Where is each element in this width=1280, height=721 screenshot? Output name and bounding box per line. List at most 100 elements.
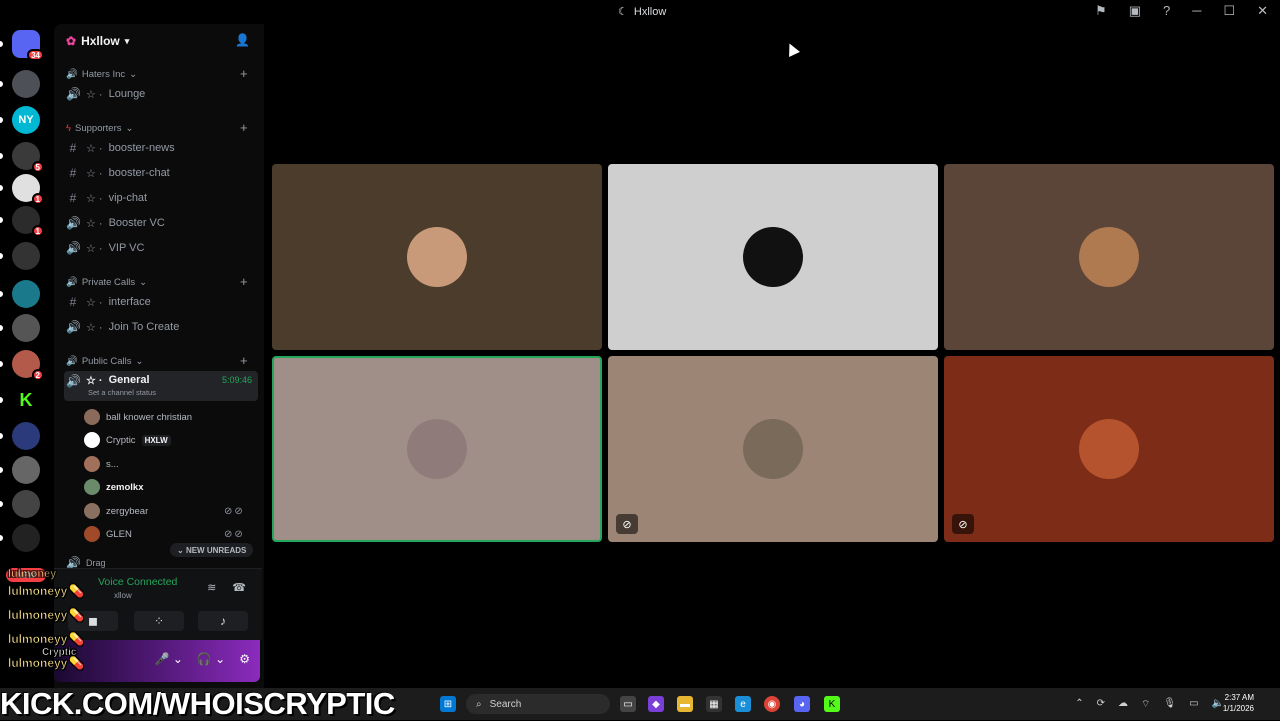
settings-icon[interactable]: ⚙ bbox=[239, 652, 250, 666]
invite-icon[interactable]: 👤 bbox=[235, 33, 250, 47]
participant-tile[interactable] bbox=[608, 164, 938, 350]
guild-icon: ✿ bbox=[66, 34, 77, 48]
server-icon[interactable]: NY bbox=[12, 106, 40, 134]
participant-tile[interactable] bbox=[944, 164, 1274, 350]
avatar bbox=[84, 526, 100, 542]
voice-user[interactable]: zergybear ⊘⊘ bbox=[84, 502, 243, 520]
display-icon[interactable]: ▭ bbox=[1189, 698, 1198, 711]
server-icon[interactable] bbox=[12, 456, 40, 484]
category-private-calls[interactable]: 🔊 Private Calls ⌄ + bbox=[66, 274, 248, 289]
channel-interface[interactable]: # ☆ · interface bbox=[64, 292, 258, 312]
create-channel-icon[interactable]: + bbox=[240, 274, 248, 289]
participant-avatar bbox=[407, 227, 467, 287]
create-channel-icon[interactable]: + bbox=[240, 353, 248, 368]
minimize-button[interactable]: ─ bbox=[1192, 3, 1201, 19]
sync-icon[interactable]: ⟳ bbox=[1097, 698, 1105, 711]
hash-icon: # bbox=[69, 295, 77, 309]
stream-banner: KICK.COM/WHOISCRYPTIC bbox=[0, 686, 395, 721]
channel-vip-chat[interactable]: # ☆ · vip-chat bbox=[64, 188, 258, 208]
create-channel-icon[interactable]: + bbox=[240, 120, 248, 135]
taskbar-clock[interactable]: 2:37 AM 1/1/2026 bbox=[1223, 692, 1254, 714]
voice-connection-panel: Voice Connected xllow ≋ ☎ ◼ ⁘ ♪ bbox=[54, 568, 262, 640]
server-icon[interactable] bbox=[12, 422, 40, 450]
screen-share-icon[interactable]: ▣ bbox=[1129, 3, 1141, 19]
channel-booster-vc[interactable]: 🔊 ☆ · Booster VC bbox=[64, 213, 258, 233]
server-icon[interactable] bbox=[12, 314, 40, 342]
channel-status[interactable]: Set a channel status bbox=[88, 388, 156, 397]
soundboard-icon: ♪ bbox=[220, 614, 226, 628]
channel-sidebar: ✿ Hxllow ▾ 👤 🔊 Haters Inc ⌄ + 🔊 ☆ · Loun… bbox=[54, 24, 264, 688]
server-icon[interactable]: 2 bbox=[12, 350, 44, 381]
maximize-button[interactable]: ☐ bbox=[1223, 3, 1235, 19]
participant-tile[interactable] bbox=[272, 356, 602, 542]
close-button[interactable]: ✕ bbox=[1257, 3, 1268, 19]
file-explorer-icon[interactable]: ▬ bbox=[677, 696, 693, 712]
discord-icon[interactable]: ◕ bbox=[794, 696, 810, 712]
star-icon: ☆ · bbox=[86, 88, 103, 101]
channel-booster-chat[interactable]: # ☆ · booster-chat bbox=[64, 163, 258, 183]
server-icon[interactable]: 1 bbox=[12, 206, 44, 237]
participant-tile[interactable] bbox=[272, 164, 602, 350]
home-icon[interactable]: 34 bbox=[12, 30, 44, 61]
windows-start-icon[interactable]: ⊞ bbox=[440, 696, 456, 712]
voice-connected-subtitle[interactable]: xllow bbox=[114, 591, 132, 600]
participant-tile[interactable]: ⊘ bbox=[944, 356, 1274, 542]
channel-vip-vc[interactable]: 🔊 ☆ · VIP VC bbox=[64, 238, 258, 258]
wifi-icon[interactable]: ⌔ bbox=[1141, 698, 1150, 711]
disconnect-icon[interactable]: ☎ bbox=[232, 581, 246, 594]
server-icon[interactable] bbox=[12, 70, 40, 98]
server-icon[interactable]: K bbox=[12, 386, 40, 414]
help-icon[interactable]: ? bbox=[1163, 3, 1170, 19]
voice-user[interactable]: zemolkx bbox=[84, 478, 144, 496]
kick-app-icon[interactable]: K bbox=[824, 696, 840, 712]
category-supporters[interactable]: ϟ Supporters ⌄ + bbox=[66, 120, 248, 135]
server-unread-pip bbox=[0, 253, 3, 259]
activities-button[interactable]: ⁘ bbox=[134, 611, 184, 631]
chrome-icon[interactable]: ◉ bbox=[764, 696, 780, 712]
speaker-icon: 🔊 bbox=[66, 374, 81, 388]
deafened-icon: ⊘ bbox=[616, 514, 638, 534]
user-panel[interactable]: 🎤 ⌄ 🎧 ⌄ ⚙ bbox=[54, 640, 260, 682]
store-icon[interactable]: ▦ bbox=[706, 696, 722, 712]
headphones-icon[interactable]: 🎧 ⌄ bbox=[197, 652, 225, 666]
star-icon: ☆ · bbox=[86, 167, 103, 180]
microphone-icon[interactable]: 🎤 ⌄ bbox=[155, 652, 183, 666]
channel-general[interactable]: 🔊 ☆ · General 5:09:46 Set a channel stat… bbox=[64, 371, 258, 401]
task-view-icon[interactable]: ▭ bbox=[620, 696, 636, 712]
mic-icon[interactable]: 🎙 bbox=[1163, 698, 1176, 711]
channel-booster-news[interactable]: # ☆ · booster-news bbox=[64, 138, 258, 158]
inbox-icon[interactable]: ⚑ bbox=[1095, 3, 1107, 19]
mention-badge: 34 bbox=[27, 49, 44, 61]
voice-user[interactable]: s... bbox=[84, 455, 119, 473]
noise-suppression-icon[interactable]: ≋ bbox=[207, 581, 216, 594]
voice-connected-label: Voice Connected bbox=[98, 576, 178, 588]
participant-tile[interactable]: ⊘ bbox=[608, 356, 938, 542]
edge-icon[interactable]: e bbox=[735, 696, 751, 712]
voice-user[interactable]: GLEN ⊘⊘ bbox=[84, 525, 243, 543]
guild-header[interactable]: ✿ Hxllow ▾ 👤 bbox=[54, 24, 264, 58]
server-label: K bbox=[19, 389, 33, 410]
cloud-icon[interactable]: ☁ bbox=[1118, 698, 1128, 711]
server-icon[interactable] bbox=[12, 490, 40, 518]
server-icon[interactable]: 5 bbox=[12, 142, 44, 173]
voice-user[interactable]: ball knower christian bbox=[84, 408, 192, 426]
category-haters-inc[interactable]: 🔊 Haters Inc ⌄ + bbox=[66, 66, 248, 81]
server-icon[interactable] bbox=[12, 242, 40, 270]
soundboard-button[interactable]: ♪ bbox=[198, 611, 248, 631]
voice-user-name: GLEN bbox=[106, 528, 132, 540]
server-tag: HXLW bbox=[141, 434, 171, 446]
chevron-up-icon[interactable]: ⌃ bbox=[1075, 698, 1083, 711]
server-icon[interactable] bbox=[12, 280, 40, 308]
new-unreads-pill[interactable]: ⌄ NEW UNREADS bbox=[170, 543, 254, 557]
server-icon[interactable] bbox=[12, 524, 40, 552]
create-channel-icon[interactable]: + bbox=[240, 66, 248, 81]
star-icon: ☆ · bbox=[86, 242, 103, 255]
copilot-icon[interactable]: ◆ bbox=[648, 696, 664, 712]
category-public-calls[interactable]: 🔊 Public Calls ⌄ + bbox=[66, 353, 248, 368]
taskbar-search[interactable]: ⌕ Search bbox=[466, 694, 610, 714]
channel-lounge[interactable]: 🔊 ☆ · Lounge bbox=[64, 84, 258, 104]
voice-user[interactable]: Cryptic HXLW bbox=[84, 431, 171, 449]
channel-join-to-create[interactable]: 🔊 ☆ · Join To Create bbox=[64, 317, 258, 337]
server-unread-pip bbox=[0, 467, 3, 473]
server-icon[interactable]: 1 bbox=[12, 174, 44, 205]
